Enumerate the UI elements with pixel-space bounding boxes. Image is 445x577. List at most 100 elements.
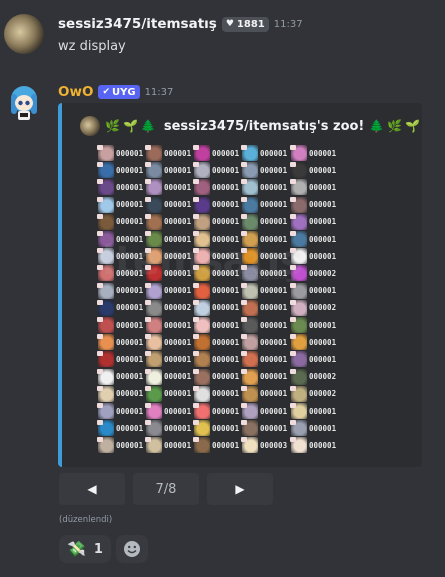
animal-icon[interactable] <box>241 351 258 368</box>
animal-icon[interactable] <box>97 334 114 351</box>
animal-icon[interactable] <box>193 334 210 351</box>
animal-icon[interactable] <box>290 213 307 230</box>
animal-icon[interactable] <box>290 282 307 299</box>
animal-icon[interactable] <box>145 179 162 196</box>
animal-icon[interactable] <box>290 231 307 247</box>
animal-icon[interactable] <box>145 403 162 419</box>
animal-icon[interactable] <box>193 351 210 368</box>
animal-icon[interactable] <box>97 196 114 213</box>
animal-icon[interactable] <box>145 351 162 368</box>
animal-icon[interactable] <box>241 145 258 161</box>
animal-icon[interactable] <box>145 196 162 213</box>
animal-icon[interactable] <box>290 162 307 179</box>
timestamp[interactable]: 11:37 <box>274 19 303 30</box>
avatar-owo[interactable] <box>4 82 44 122</box>
animal-icon[interactable] <box>241 317 258 333</box>
animal-icon[interactable] <box>97 265 114 282</box>
add-reaction-button[interactable] <box>116 535 148 563</box>
animal-icon[interactable] <box>290 248 307 265</box>
animal-icon[interactable] <box>290 403 307 419</box>
animal-icon[interactable] <box>193 213 210 230</box>
animal-icon[interactable] <box>241 368 258 385</box>
user-badge[interactable]: ♥ 1881 <box>221 16 269 32</box>
animal-icon[interactable] <box>193 231 210 247</box>
animal-icon[interactable] <box>290 437 307 454</box>
animal-icon[interactable] <box>193 437 210 454</box>
animal-icon[interactable] <box>145 213 162 230</box>
animal-icon[interactable] <box>145 231 162 247</box>
animal-icon[interactable] <box>193 282 210 299</box>
animal-icon[interactable] <box>145 162 162 179</box>
animal-icon[interactable] <box>290 368 307 385</box>
animal-icon[interactable] <box>290 334 307 351</box>
animal-icon[interactable] <box>241 403 258 419</box>
reaction-money[interactable]: 💸 1 <box>59 535 111 563</box>
prev-page-button[interactable]: ◀ <box>59 473 125 505</box>
animal-icon[interactable] <box>290 317 307 333</box>
animal-icon[interactable] <box>290 420 307 437</box>
animal-icon[interactable] <box>145 420 162 437</box>
animal-icon[interactable] <box>193 420 210 437</box>
page-indicator-button[interactable]: 7/8 <box>133 473 199 505</box>
animal-icon[interactable] <box>97 403 114 419</box>
animal-icon[interactable] <box>290 145 307 161</box>
animal-icon[interactable] <box>241 213 258 230</box>
animal-icon[interactable] <box>193 162 210 179</box>
animal-icon[interactable] <box>290 265 307 282</box>
animal-icon[interactable] <box>241 385 258 402</box>
animal-icon[interactable] <box>193 179 210 196</box>
animal-icon[interactable] <box>97 437 114 454</box>
animal-icon[interactable] <box>97 179 114 196</box>
animal-icon[interactable] <box>145 299 162 316</box>
animal-icon[interactable] <box>193 248 210 265</box>
animal-icon[interactable] <box>97 317 114 333</box>
username-sessiz[interactable]: sessiz3475/itemsatış <box>58 16 217 32</box>
animal-icon[interactable] <box>241 420 258 437</box>
timestamp[interactable]: 11:37 <box>145 87 174 98</box>
username-owo[interactable]: OwO <box>58 84 93 100</box>
animal-icon[interactable] <box>290 385 307 402</box>
avatar-sessiz[interactable] <box>4 14 44 54</box>
animal-icon[interactable] <box>241 231 258 247</box>
animal-icon[interactable] <box>97 299 114 316</box>
animal-icon[interactable] <box>241 282 258 299</box>
animal-icon[interactable] <box>145 317 162 333</box>
animal-icon[interactable] <box>145 334 162 351</box>
animal-icon[interactable] <box>241 334 258 351</box>
animal-icon[interactable] <box>145 248 162 265</box>
embed-author-avatar[interactable] <box>80 116 100 136</box>
animal-icon[interactable] <box>97 368 114 385</box>
animal-icon[interactable] <box>241 248 258 265</box>
animal-icon[interactable] <box>193 145 210 161</box>
animal-icon[interactable] <box>97 282 114 299</box>
animal-icon[interactable] <box>290 299 307 316</box>
animal-icon[interactable] <box>97 420 114 437</box>
animal-icon[interactable] <box>193 385 210 402</box>
animal-icon[interactable] <box>97 248 114 265</box>
animal-icon[interactable] <box>97 231 114 247</box>
animal-icon[interactable] <box>290 179 307 196</box>
animal-icon[interactable] <box>193 265 210 282</box>
animal-icon[interactable] <box>145 265 162 282</box>
animal-icon[interactable] <box>145 385 162 402</box>
animal-icon[interactable] <box>241 299 258 316</box>
animal-icon[interactable] <box>290 351 307 368</box>
next-page-button[interactable]: ▶ <box>207 473 273 505</box>
animal-icon[interactable] <box>145 145 162 161</box>
animal-icon[interactable] <box>97 162 114 179</box>
animal-icon[interactable] <box>193 403 210 419</box>
animal-icon[interactable] <box>193 299 210 316</box>
animal-icon[interactable] <box>97 351 114 368</box>
animal-icon[interactable] <box>193 317 210 333</box>
animal-icon[interactable] <box>290 196 307 213</box>
animal-icon[interactable] <box>145 282 162 299</box>
animal-icon[interactable] <box>241 437 258 454</box>
animal-icon[interactable] <box>97 213 114 230</box>
animal-icon[interactable] <box>241 196 258 213</box>
animal-icon[interactable] <box>193 368 210 385</box>
animal-icon[interactable] <box>241 179 258 196</box>
animal-icon[interactable] <box>97 385 114 402</box>
animal-icon[interactable] <box>241 162 258 179</box>
animal-icon[interactable] <box>145 437 162 454</box>
animal-icon[interactable] <box>145 368 162 385</box>
